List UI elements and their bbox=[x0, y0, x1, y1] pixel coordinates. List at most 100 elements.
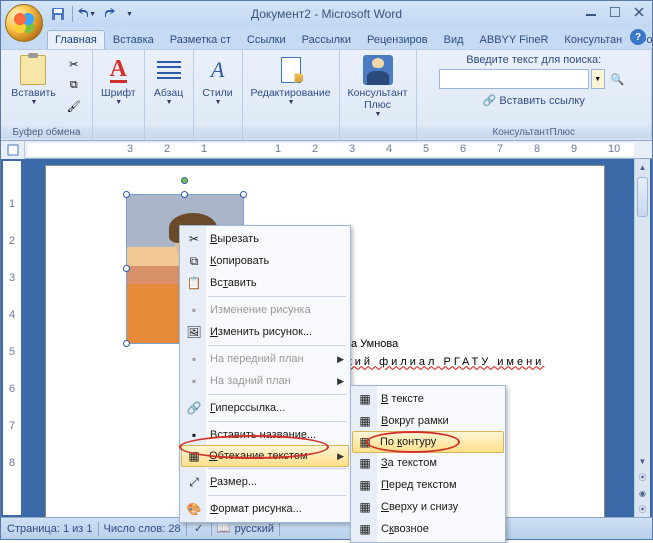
search-go-button[interactable]: 🔍 bbox=[607, 68, 629, 90]
tab-Ссылки[interactable]: Ссылки bbox=[239, 30, 294, 49]
resize-handle[interactable] bbox=[123, 340, 130, 347]
save-button[interactable] bbox=[49, 5, 67, 23]
status-words[interactable]: Число слов: 28 bbox=[104, 523, 181, 535]
tab-Рассылки[interactable]: Рассылки bbox=[294, 30, 359, 49]
help-button[interactable]: ? bbox=[630, 29, 646, 45]
maximize-button[interactable] bbox=[606, 4, 624, 20]
clipboard-icon bbox=[17, 54, 49, 86]
ctx-icon: ▪ bbox=[186, 302, 202, 318]
ctx-icon: ▪ bbox=[186, 351, 202, 367]
tab-Разметка ст[interactable]: Разметка ст bbox=[162, 30, 239, 49]
group-consultant-search: Введите текст для поиска: ▼ 🔍 🔗 Вставить… bbox=[417, 50, 653, 140]
undo-button[interactable]: ▼ bbox=[78, 5, 96, 23]
wrap-submenu: ▦В тексте▦Вокруг рамки▦По контуру▦За тек… bbox=[350, 385, 506, 543]
menu-item[interactable]: ✂Вырезать bbox=[182, 228, 348, 250]
ruler-horizontal: 3211234567891011121314151617 bbox=[1, 141, 652, 159]
office-button[interactable] bbox=[5, 4, 43, 42]
menu-item[interactable]: ▪Вставить название... bbox=[182, 424, 348, 446]
group-consultant-btn: Консультант Плюс ▼ bbox=[340, 50, 417, 140]
format-painter-button[interactable]: 🖌 bbox=[64, 96, 84, 116]
menu-item[interactable]: 🔗Гиперссылка... bbox=[182, 397, 348, 419]
menu-item[interactable]: ▦Сквозное bbox=[353, 518, 503, 540]
ctx-icon: ✂ bbox=[186, 231, 202, 247]
menu-item[interactable]: ⧉Копировать bbox=[182, 250, 348, 272]
consultant-button[interactable]: Консультант Плюс ▼ bbox=[344, 52, 412, 120]
undo-icon bbox=[78, 8, 88, 20]
search-input[interactable] bbox=[439, 69, 589, 89]
menu-item[interactable]: ▦По контуру bbox=[352, 431, 504, 453]
tab-Рецензиров[interactable]: Рецензиров bbox=[359, 30, 436, 49]
title-bar: ▼ ▼ Документ2 - Microsoft Word bbox=[1, 1, 652, 27]
status-language[interactable]: русский bbox=[235, 523, 274, 535]
prev-page-button[interactable]: ⦿ bbox=[635, 469, 650, 485]
paragraph-button[interactable]: Абзац ▼ bbox=[149, 52, 189, 108]
font-button[interactable]: A Шрифт ▼ bbox=[97, 52, 140, 108]
menu-item[interactable]: ▦За текстом bbox=[353, 452, 503, 474]
menu-item[interactable]: ▦Обтекание текстом▶ bbox=[181, 445, 349, 467]
spellcheck-icon[interactable]: ✓ bbox=[192, 522, 206, 536]
menu-item[interactable]: ⤢Размер... bbox=[182, 471, 348, 493]
close-button[interactable] bbox=[630, 4, 648, 20]
magnifier-icon: 🔍 bbox=[611, 73, 625, 86]
rotate-handle[interactable] bbox=[181, 177, 188, 184]
edit-icon bbox=[275, 54, 307, 86]
separator bbox=[72, 6, 73, 22]
tab-Главная[interactable]: Главная bbox=[47, 30, 105, 49]
wrap-icon: ▦ bbox=[357, 477, 373, 493]
save-icon bbox=[51, 7, 65, 21]
copy-icon: ⧉ bbox=[70, 79, 78, 92]
scroll-up[interactable]: ▲ bbox=[635, 159, 650, 175]
next-page-button[interactable]: ⦿ bbox=[635, 501, 650, 517]
browse-object-button[interactable]: ◉ bbox=[635, 485, 650, 501]
copy-button[interactable]: ⧉ bbox=[64, 75, 84, 95]
cut-button[interactable]: ✂ bbox=[64, 54, 84, 74]
minimize-icon bbox=[586, 7, 596, 17]
group-clipboard: Вставить ▼ ✂ ⧉ 🖌 Буфер обмена bbox=[1, 50, 93, 140]
tab-Консультан[interactable]: Консультан bbox=[556, 30, 630, 49]
tab-Вид[interactable]: Вид bbox=[436, 30, 472, 49]
menu-item[interactable]: ▦Сверху и снизу bbox=[353, 496, 503, 518]
menu-item: ▪Изменение рисунка bbox=[182, 299, 348, 321]
menu-item[interactable]: 📋Вставить bbox=[182, 272, 348, 294]
menu-item[interactable]: 🎨Формат рисунка... bbox=[182, 498, 348, 520]
insert-link-button[interactable]: 🔗 Вставить ссылку bbox=[483, 94, 585, 107]
vertical-scrollbar[interactable]: ▲ ▼ ⦿ ◉ ⦿ bbox=[634, 159, 650, 517]
ctx-icon: 🎨 bbox=[186, 501, 202, 517]
group-paragraph: Абзац ▼ bbox=[145, 50, 194, 140]
resize-handle[interactable] bbox=[123, 191, 130, 198]
tab-Вставка[interactable]: Вставка bbox=[105, 30, 162, 49]
editing-button[interactable]: Редактирование ▼ bbox=[247, 52, 335, 108]
menu-item[interactable]: ▦Перед текстом bbox=[353, 474, 503, 496]
menu-item[interactable]: ▦В тексте bbox=[353, 388, 503, 410]
ruler-toggle[interactable] bbox=[1, 141, 25, 159]
ribbon-tab-strip: ГлавнаяВставкаРазметка стСсылкиРассылкиР… bbox=[1, 27, 652, 49]
resize-handle[interactable] bbox=[123, 265, 130, 272]
submenu-arrow-icon: ▶ bbox=[337, 376, 344, 387]
language-icon: 📖 bbox=[217, 522, 231, 536]
chevron-down-icon: ▼ bbox=[288, 99, 295, 106]
chevron-down-icon: ▼ bbox=[115, 99, 122, 106]
tab-ABBYY FineR[interactable]: ABBYY FineR bbox=[472, 30, 557, 49]
ctx-icon: 🖼 bbox=[186, 324, 202, 340]
group-label: Буфер обмена bbox=[1, 126, 92, 139]
quick-access-toolbar: ▼ ▼ bbox=[49, 5, 138, 23]
resize-handle[interactable] bbox=[240, 191, 247, 198]
ruler-icon bbox=[7, 144, 19, 156]
minimize-button[interactable] bbox=[582, 4, 600, 20]
ctx-icon: ⤢ bbox=[186, 474, 202, 490]
search-dropdown[interactable]: ▼ bbox=[591, 69, 605, 89]
ribbon: Вставить ▼ ✂ ⧉ 🖌 Буфер обмена A Шрифт ▼ bbox=[1, 49, 652, 141]
redo-button[interactable] bbox=[99, 5, 117, 23]
submenu-arrow-icon: ▶ bbox=[337, 451, 344, 462]
ruler-vertical[interactable]: 12345678 bbox=[3, 161, 21, 515]
resize-handle[interactable] bbox=[181, 191, 188, 198]
status-page[interactable]: Страница: 1 из 1 bbox=[7, 523, 93, 535]
qat-customize[interactable]: ▼ bbox=[120, 5, 138, 23]
scroll-thumb[interactable] bbox=[637, 177, 648, 217]
menu-item[interactable]: ▦Вокруг рамки bbox=[353, 410, 503, 432]
scroll-down[interactable]: ▼ bbox=[635, 453, 650, 469]
ctx-icon: ▪ bbox=[186, 427, 202, 443]
menu-item[interactable]: 🖼Изменить рисунок... bbox=[182, 321, 348, 343]
group-styles: A Стили ▼ bbox=[194, 50, 243, 140]
styles-button[interactable]: A Стили ▼ bbox=[198, 52, 238, 108]
